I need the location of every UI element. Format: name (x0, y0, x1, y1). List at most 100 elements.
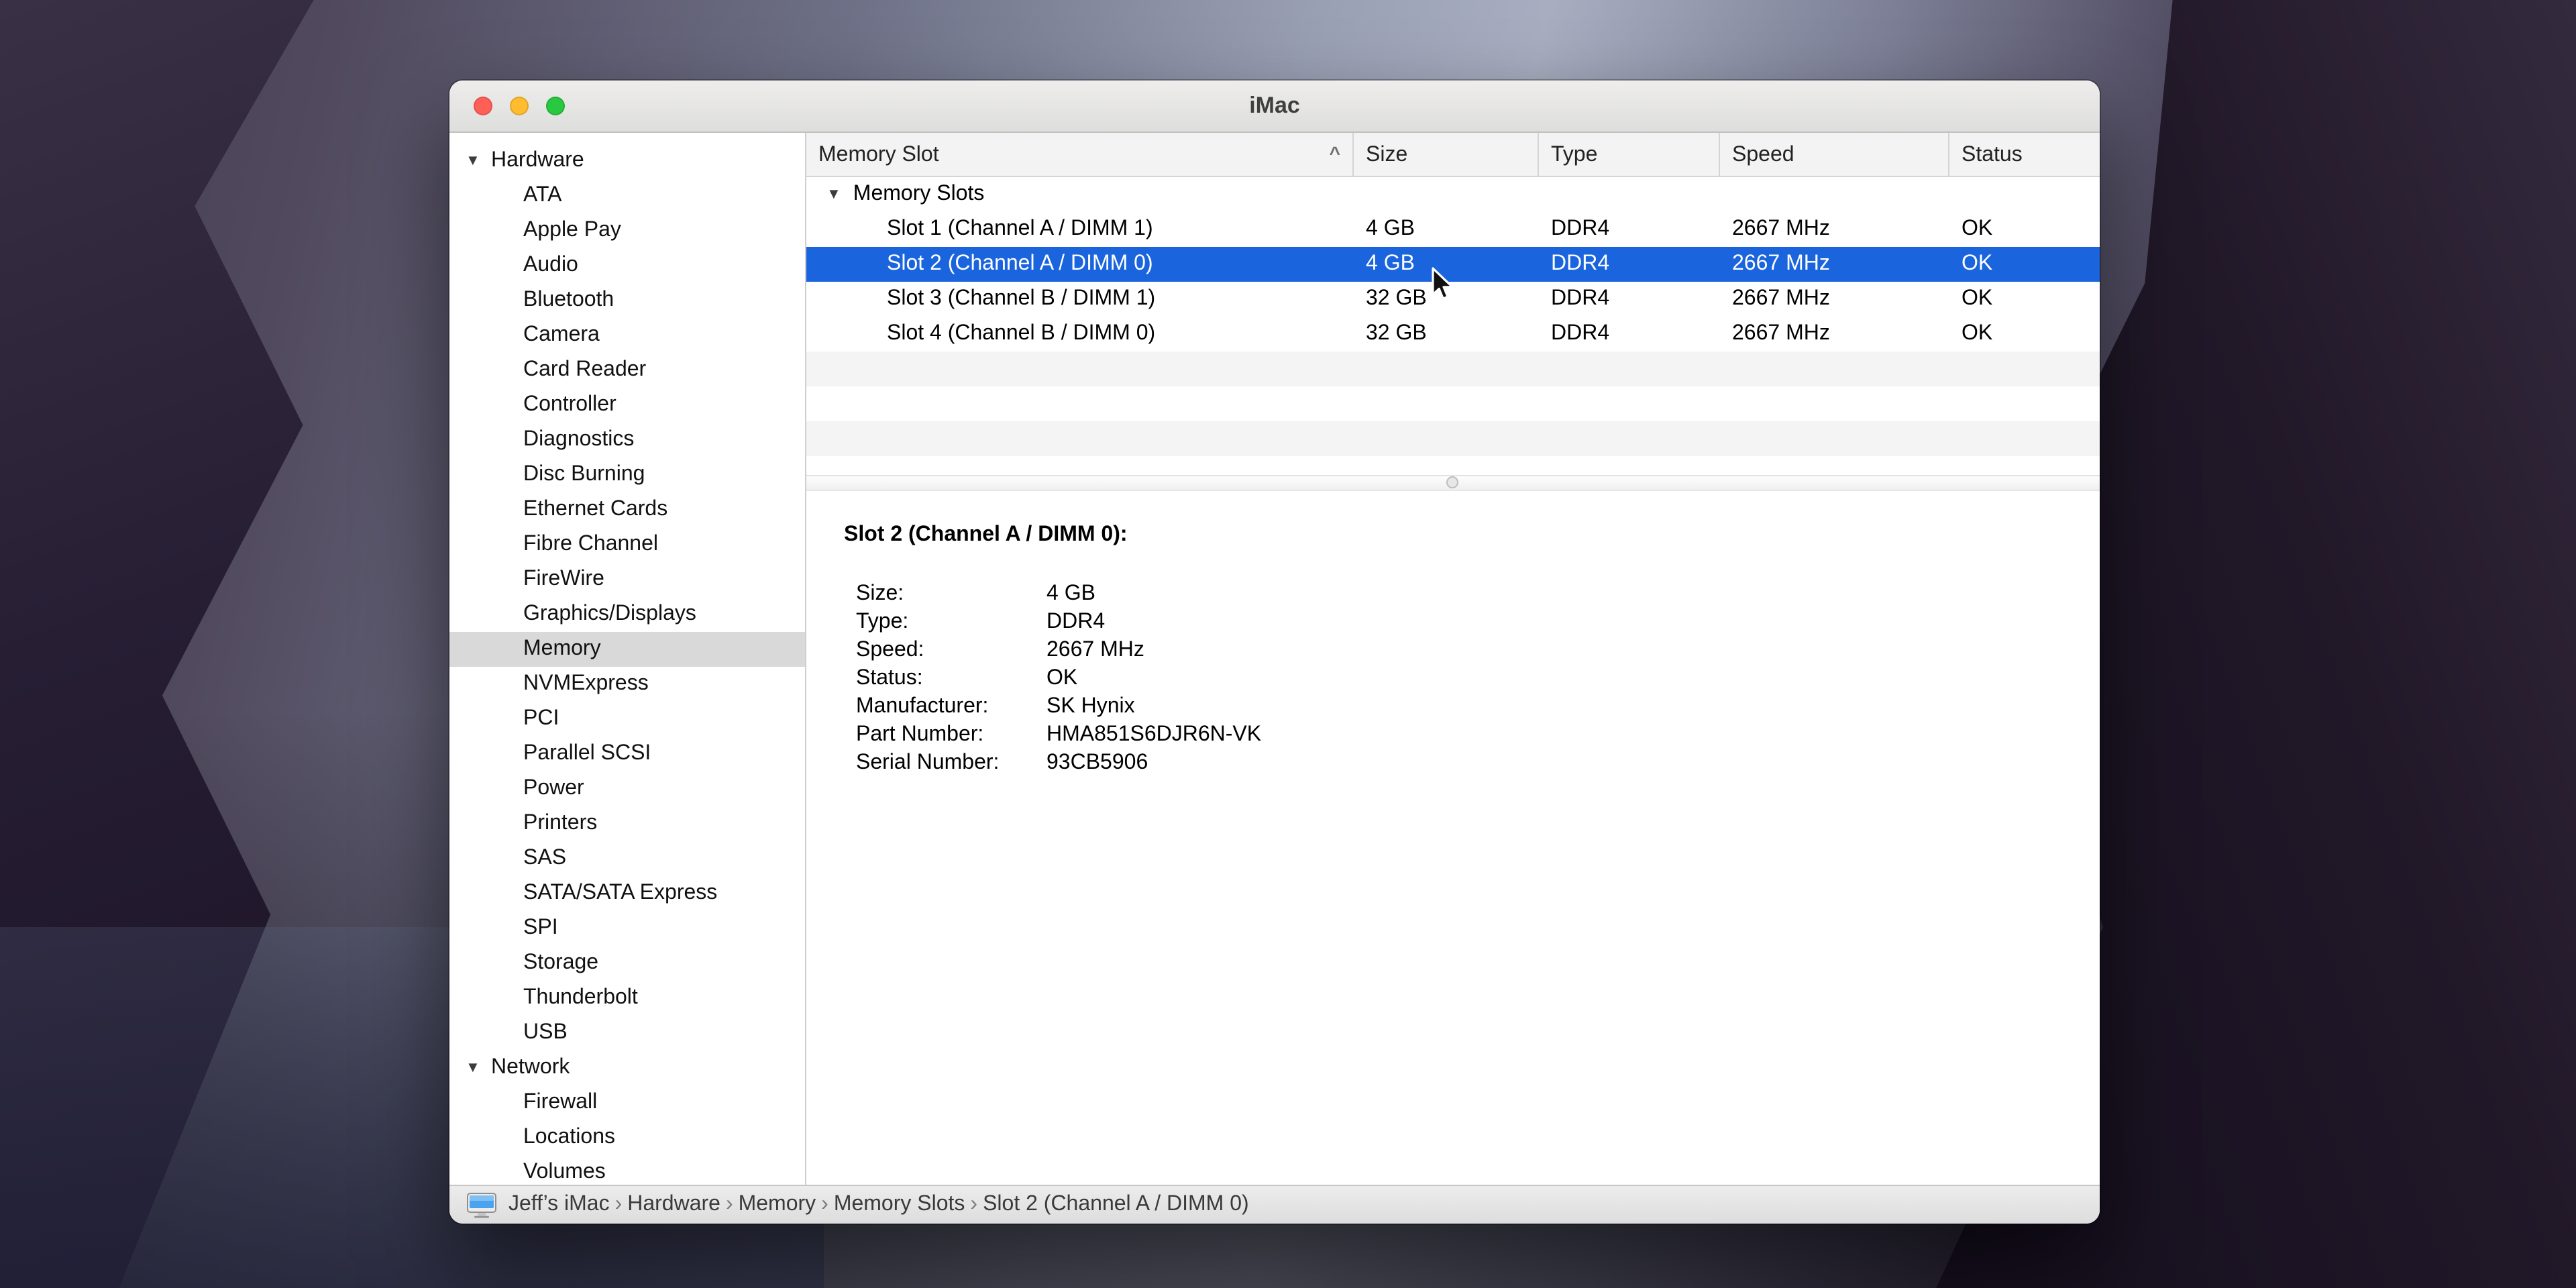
table-row-slot-1-channel-a-dimm-1[interactable]: Slot 1 (Channel A / DIMM 1) 4 GB DDR4 2667 … (806, 212, 2100, 247)
sidebar-item-volumes[interactable]: Volumes (449, 1155, 805, 1185)
cell-size: 4 GB (1366, 252, 1415, 275)
detail-field: Status: OK (856, 664, 2073, 692)
breadcrumb-item[interactable]: Jeff’s iMac (508, 1193, 610, 1216)
sidebar-item-label: Power (523, 777, 584, 800)
breadcrumb-separator-icon: › (970, 1193, 978, 1216)
detail-field-value: 93CB5906 (1046, 751, 1148, 774)
cell-slot: Slot 3 (Channel B / DIMM 1) (887, 287, 1156, 310)
memory-slots-group-row[interactable]: ▼ Memory Slots (806, 177, 2100, 212)
detail-field-value: SK Hynix (1046, 695, 1135, 718)
detail-field: Part Number: HMA851S6DJR6N-VK (856, 720, 2073, 749)
sidebar-item-spi[interactable]: SPI (449, 911, 805, 946)
sidebar-item-parallel-scsi[interactable]: Parallel SCSI (449, 737, 805, 771)
status-bar: Jeff’s iMac › Hardware › Memory › Memory Slots… (449, 1185, 2100, 1224)
sidebar-section-label: Hardware (491, 149, 584, 172)
cell-type: DDR4 (1551, 252, 1610, 275)
sidebar-item-label: Memory (523, 637, 601, 660)
column-header-memory-slot[interactable]: Memory Slot ^ (806, 133, 1354, 176)
disclosure-triangle-icon[interactable]: ▼ (466, 144, 491, 178)
column-header-size[interactable]: Size (1354, 133, 1539, 176)
breadcrumb-item[interactable]: Slot 2 (Channel A / DIMM 0) (983, 1193, 1249, 1216)
sidebar-item-label: Bluetooth (523, 288, 614, 311)
sidebar-item-apple-pay[interactable]: Apple Pay (449, 213, 805, 248)
sidebar-item-graphics-displays[interactable]: Graphics/Displays (449, 597, 805, 632)
breadcrumb-separator-icon: › (821, 1193, 828, 1216)
sidebar-item-controller[interactable]: Controller (449, 388, 805, 423)
splitter-handle-icon[interactable] (1446, 476, 1458, 488)
sidebar-section-hardware[interactable]: ▼ Hardware (449, 144, 805, 178)
sidebar-item-locations[interactable]: Locations (449, 1120, 805, 1155)
sidebar-item-label: Camera (523, 323, 600, 346)
column-header-speed[interactable]: Speed (1720, 133, 1949, 176)
sidebar-item-memory[interactable]: Memory (449, 632, 805, 667)
group-cell: ▼ Memory Slots (806, 182, 1354, 207)
cell-slot: Slot 4 (Channel B / DIMM 0) (887, 322, 1156, 345)
system-information-window: iMac ▼ Hardware ATA Apple Pay Audio Bluetooth… (449, 80, 2100, 1224)
sidebar-item-thunderbolt[interactable]: Thunderbolt (449, 981, 805, 1016)
sidebar-item-bluetooth[interactable]: Bluetooth (449, 283, 805, 318)
detail-field: Size: 4 GB (856, 580, 2073, 608)
table-empty-area[interactable] (806, 352, 2100, 475)
sidebar-item-ata[interactable]: ATA (449, 178, 805, 213)
desktop[interactable]: iMac ▼ Hardware ATA Apple Pay Audio Bluetooth… (0, 0, 2576, 1288)
cell-status: OK (1962, 217, 1993, 240)
table-row-slot-2-channel-a-dimm-0[interactable]: Slot 2 (Channel A / DIMM 0) 4 GB DDR4 2667 … (806, 247, 2100, 282)
sidebar-item-firewire[interactable]: FireWire (449, 562, 805, 597)
sidebar-item-firewall[interactable]: Firewall (449, 1085, 805, 1120)
column-header-label: Size (1366, 143, 1408, 166)
sidebar-item-diagnostics[interactable]: Diagnostics (449, 423, 805, 458)
detail-field-value: 4 GB (1046, 582, 1095, 605)
sidebar-item-label: Printers (523, 812, 598, 835)
sidebar-item-label: USB (523, 1021, 568, 1044)
disclosure-triangle-icon[interactable]: ▼ (826, 186, 841, 203)
detail-field-value: HMA851S6DJR6N-VK (1046, 723, 1262, 746)
sidebar-item-label: SAS (523, 847, 567, 869)
sidebar-item-sata-sata-express[interactable]: SATA/SATA Express (449, 876, 805, 911)
sidebar-item-sas[interactable]: SAS (449, 841, 805, 876)
cell-type: DDR4 (1551, 217, 1610, 240)
cell-speed: 2667 MHz (1732, 252, 1830, 275)
sidebar-item-label: SPI (523, 916, 558, 939)
detail-field-label: Serial Number: (856, 751, 1000, 774)
sidebar-item-nvmexpress[interactable]: NVMExpress (449, 667, 805, 702)
sidebar-item-storage[interactable]: Storage (449, 946, 805, 981)
breadcrumb-item[interactable]: Memory Slots (834, 1193, 965, 1216)
cell-speed: 2667 MHz (1732, 217, 1830, 240)
sidebar-section-network[interactable]: ▼ Network (449, 1051, 805, 1085)
breadcrumb: Jeff’s iMac › Hardware › Memory › Memory Slots… (508, 1193, 1249, 1217)
sidebar-item-fibre-channel[interactable]: Fibre Channel (449, 527, 805, 562)
disclosure-triangle-icon[interactable]: ▼ (466, 1051, 491, 1085)
sidebar-item-pci[interactable]: PCI (449, 702, 805, 737)
sidebar-item-camera[interactable]: Camera (449, 318, 805, 353)
pane-splitter[interactable] (806, 475, 2100, 491)
sidebar-item-label: Apple Pay (523, 219, 621, 241)
sidebar-item-label: Firewall (523, 1091, 598, 1114)
sidebar-item-label: Thunderbolt (523, 986, 638, 1009)
cell-type: DDR4 (1551, 287, 1610, 310)
table-row-slot-4-channel-b-dimm-0[interactable]: Slot 4 (Channel B / DIMM 0) 32 GB DDR4 2667… (806, 317, 2100, 352)
breadcrumb-item[interactable]: Hardware (627, 1193, 720, 1216)
column-header-type[interactable]: Type (1539, 133, 1720, 176)
detail-field-value: OK (1046, 667, 1078, 690)
sidebar-section-label: Network (491, 1056, 570, 1079)
memory-slots-table: ▼ Memory Slots Slot 1 (Channel A / DIMM 1)… (806, 177, 2100, 475)
window-titlebar[interactable]: iMac (449, 80, 2100, 133)
sidebar-item-printers[interactable]: Printers (449, 806, 805, 841)
breadcrumb-item[interactable]: Memory (739, 1193, 816, 1216)
sidebar: ▼ Hardware ATA Apple Pay Audio Bluetooth Camer… (449, 133, 806, 1185)
sidebar-item-disc-burning[interactable]: Disc Burning (449, 458, 805, 492)
sidebar-item-label: Diagnostics (523, 428, 635, 451)
sidebar-item-usb[interactable]: USB (449, 1016, 805, 1051)
sidebar-item-audio[interactable]: Audio (449, 248, 805, 283)
sidebar-item-card-reader[interactable]: Card Reader (449, 353, 805, 388)
detail-pane: Slot 2 (Channel A / DIMM 0): Size: 4 GB Ty… (806, 491, 2100, 1185)
table-row-slot-3-channel-b-dimm-1[interactable]: Slot 3 (Channel B / DIMM 1) 32 GB DDR4 2667… (806, 282, 2100, 317)
group-label: Memory Slots (853, 182, 985, 205)
sidebar-item-power[interactable]: Power (449, 771, 805, 806)
sidebar-item-ethernet-cards[interactable]: Ethernet Cards (449, 492, 805, 527)
detail-field: Manufacturer: SK Hynix (856, 692, 2073, 720)
column-header-status[interactable]: Status (1949, 133, 2100, 176)
sidebar-item-label: Audio (523, 254, 578, 276)
breadcrumb-separator-icon: › (725, 1193, 733, 1216)
detail-field-label: Manufacturer: (856, 695, 989, 718)
